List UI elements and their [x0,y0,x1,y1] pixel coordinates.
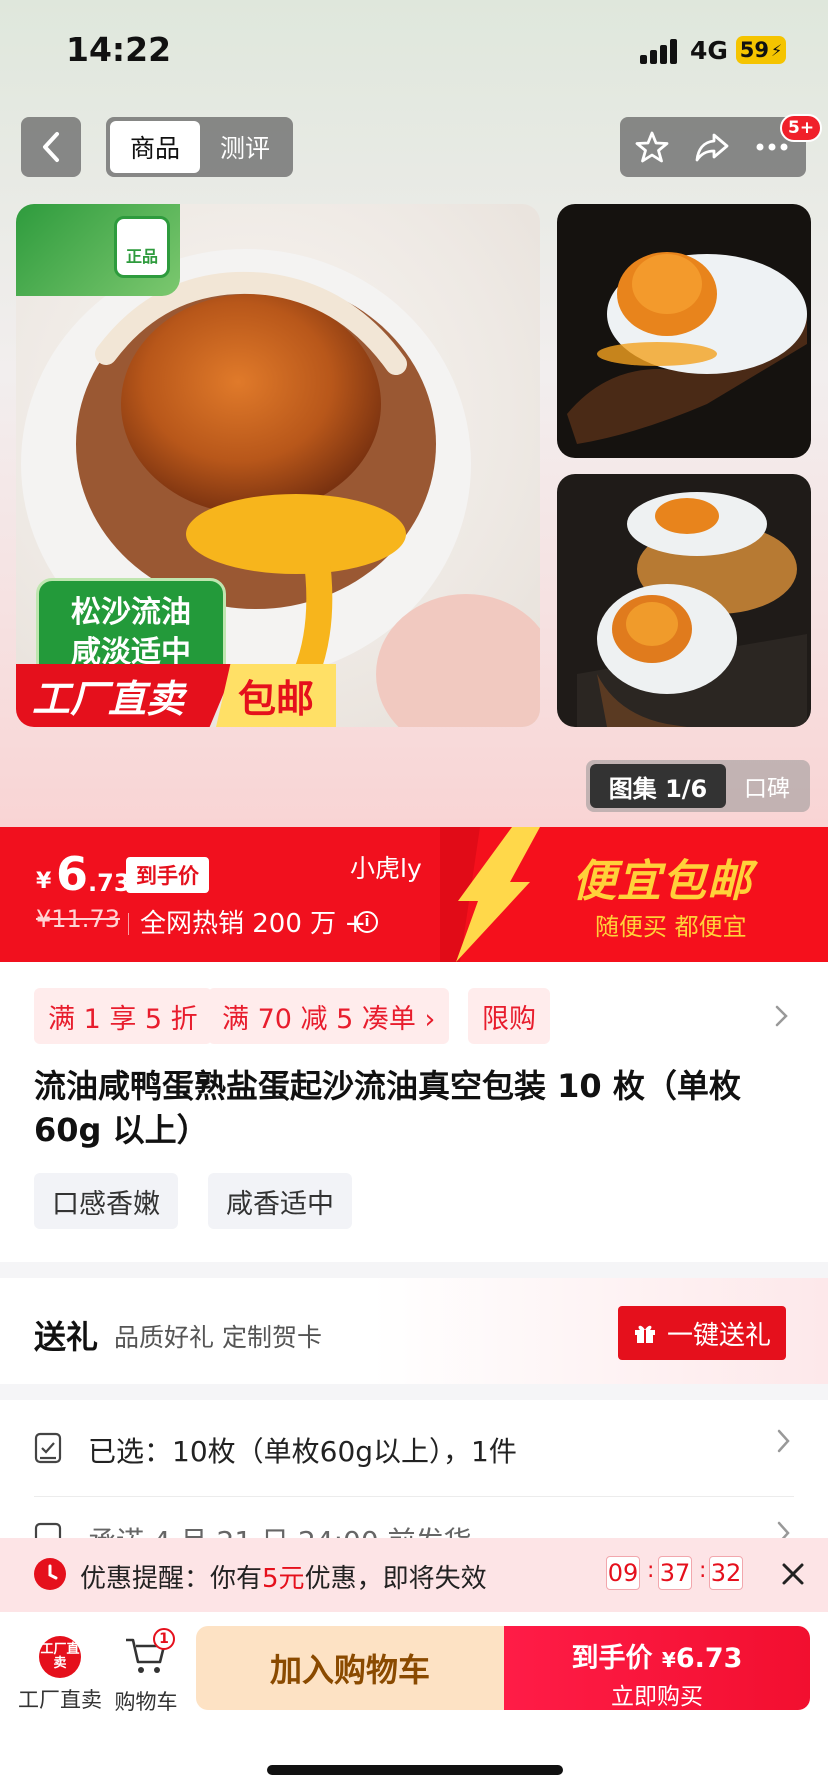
close-icon[interactable] [775,1556,811,1592]
buy-now-button[interactable]: 到手价 ¥6.73 立即购买 [504,1626,810,1710]
coupon-full-reduction[interactable]: 满 70 减 5 凑单 › [208,988,450,1044]
thumbnail-image-2[interactable] [557,474,811,727]
gift-icon [634,1325,655,1343]
free-shipping-banner: 包邮 [216,664,336,727]
buy-currency: ¥ [661,1648,676,1672]
status-time: 14:22 [66,30,172,69]
tab-review[interactable]: 测评 [202,121,288,173]
buy-now-label: 立即购买 [611,1684,703,1710]
cart-button[interactable]: 1 购物车 [98,1628,194,1716]
factory-banner: 工厂直卖 [16,664,236,727]
promo-title: 便宜包邮 [572,856,752,907]
share-icon[interactable] [694,129,730,165]
spec-icon [34,1432,62,1464]
send-gift-label: 一键送礼 [666,1320,771,1351]
chevron-left-icon [43,132,59,162]
countdown-minutes: 37 [658,1556,692,1590]
price-banner: ¥ 6 .73 到手价 ¥11.73 全网热销 200 万 + i 小虎ly 便… [0,827,828,962]
back-button[interactable] [21,117,81,177]
clock-icon [34,1558,66,1590]
reviews-tab[interactable]: 口碑 [728,764,806,808]
tab-switcher: 商品 测评 [106,117,293,177]
gift-subtitle: 品质好礼 定制贺卡 [114,1323,322,1352]
attribute-tag-2[interactable]: 咸香适中 [208,1173,352,1229]
network-type: 4G [690,36,728,65]
reminder-text: 优惠提醒：你有5元优惠，即将失效 [80,1558,487,1595]
gallery-switcher: 图集 1/6 口碑 [586,760,810,812]
reminder-suffix: 优惠，即将失效 [304,1564,487,1594]
price-integer: 6 [56,847,89,901]
selected-spec-row[interactable]: 已选：10枚（单枚60g以上），1件 [0,1400,828,1500]
countdown-colon: : [647,1558,655,1583]
info-icon[interactable]: i [356,911,378,933]
countdown-hours: 09 [606,1556,640,1590]
coupon-limit[interactable]: 限购 [468,988,550,1044]
section-gap [0,1384,828,1400]
selected-spec-text: 已选：10枚（单枚60g以上），1件 [88,1435,517,1468]
authentic-seal: 正品 [114,216,170,278]
section-gap [0,1262,828,1278]
price-decimal: .73 [88,869,131,897]
username-watermark: 小虎ly [350,854,422,883]
home-indicator[interactable] [267,1765,563,1775]
action-group [620,117,806,177]
coupon-discount[interactable]: 满 1 享 5 折 [34,988,212,1044]
gift-section: 送礼 品质好礼 定制贺卡 一键送礼 [0,1278,828,1384]
tab-product[interactable]: 商品 [110,121,200,173]
countdown-seconds: 32 [709,1556,743,1590]
chevron-right-icon [777,1429,790,1453]
cart-icon: 1 [123,1628,175,1678]
promo-subtitle: 随便买 都便宜 [595,913,747,941]
factory-direct-button[interactable]: 工厂直卖 工厂直卖 [12,1630,108,1714]
cart-label: 购物车 [114,1690,178,1714]
message-badge: 5+ [780,114,823,142]
buy-price-line: 到手价 ¥6.73 [504,1636,810,1675]
final-price-tag: 到手价 [126,857,209,893]
divider [128,913,129,935]
factory-label: 工厂直卖 [18,1688,102,1712]
original-price: ¥11.73 [36,905,120,933]
reminder-prefix: 优惠提醒：你有 [80,1564,263,1594]
battery-icon: 59 ⚡ [736,36,786,64]
buy-price: 6.73 [675,1643,743,1674]
favorite-star-icon[interactable] [634,129,670,165]
reminder-amount: 5元 [262,1564,305,1594]
thumbnail-image-1[interactable] [557,204,811,458]
cart-badge: 1 [153,1628,175,1650]
selling-point-1: 松沙流油 [71,595,191,630]
gift-title: 送礼 [34,1318,99,1356]
divider [34,1496,794,1497]
add-to-cart-button[interactable]: 加入购物车 [196,1626,504,1710]
battery-level: 59 [739,38,769,62]
main-product-image[interactable]: 正品 松沙流油 咸淡适中 工厂直卖 包邮 [16,204,540,727]
price-currency: ¥ [36,869,52,894]
send-gift-button[interactable]: 一键送礼 [618,1306,786,1360]
product-title: 流油咸鸭蛋熟盐蛋起沙流油真空包装 10 枚（单枚 60g 以上） [34,1067,741,1149]
factory-icon: 工厂直卖 [39,1636,81,1678]
buy-price-label: 到手价 [571,1643,653,1674]
bottom-action-bar: 工厂直卖 工厂直卖 1 购物车 加入购物车 到手价 ¥6.73 立即购买 [0,1612,828,1792]
countdown-colon: : [699,1558,707,1583]
sales-count: 全网热销 200 万 + [140,909,367,939]
discount-reminder[interactable]: 优惠提醒：你有5元优惠，即将失效 09 : 37 : 32 [0,1538,828,1612]
signal-icon [640,38,680,64]
chevron-right-icon[interactable] [774,1004,790,1032]
gallery-tab[interactable]: 图集 1/6 [590,764,726,808]
attribute-tag-1[interactable]: 口感香嫩 [34,1173,178,1229]
